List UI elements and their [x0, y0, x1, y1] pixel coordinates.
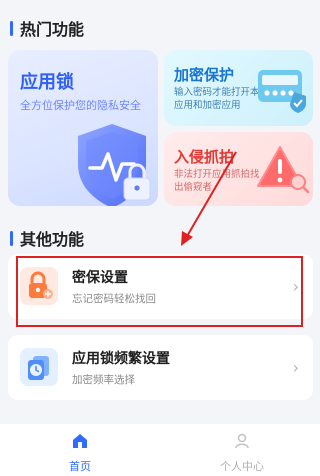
encrypt-protection-title: 加密保护: [174, 66, 235, 84]
app-lock-title: 应用锁: [20, 72, 74, 93]
app-lock-card[interactable]: 应用锁 全方位保护您的隐私安全 ›: [8, 50, 158, 206]
security-settings-item[interactable]: 密保设置 忘记密码轻松找回 ›: [8, 254, 313, 319]
section-title-hot-label: 热门功能: [20, 20, 85, 39]
warning-triangle-icon: [257, 146, 310, 194]
intrusion-capture-title: 入侵抓拍: [174, 148, 235, 166]
home-icon: [73, 434, 87, 448]
chevron-right-icon: ›: [292, 358, 299, 377]
tab-profile[interactable]: 个人中心: [202, 432, 282, 474]
app-lock-desc: 全方位保护您的隐私安全: [20, 99, 141, 112]
lock-frequency-item[interactable]: 应用锁频繁设置 加密频率选择 ›: [8, 335, 313, 400]
bottom-tab-bar: 首页 个人中心: [0, 424, 320, 476]
tab-profile-label: 个人中心: [220, 460, 264, 473]
password-screen-icon: [258, 70, 306, 113]
lock-frequency-subtitle: 加密频率选择: [72, 374, 135, 386]
section-title-other-label: 其他功能: [20, 230, 85, 249]
encrypt-protection-card[interactable]: 加密保护 输入密码才能打开本应用和加密应用: [164, 50, 313, 126]
section-bar: [10, 230, 13, 246]
security-lock-icon: [20, 267, 58, 305]
section-bar: [10, 20, 13, 36]
security-settings-subtitle: 忘记密码轻松找回: [72, 293, 156, 305]
person-icon: [235, 433, 249, 449]
tab-home-label: 首页: [69, 460, 91, 473]
lock-frequency-title: 应用锁频繁设置: [72, 351, 170, 367]
shield-lock-icon: [78, 124, 151, 206]
intrusion-capture-card[interactable]: 入侵抓拍 非法打开应用抓拍找出偷窥者: [164, 132, 313, 206]
encrypt-protection-desc: 输入密码才能打开本应用和加密应用: [174, 87, 260, 111]
tab-home[interactable]: 首页: [40, 432, 120, 474]
section-title-hot: 热门功能: [10, 16, 84, 40]
chevron-right-icon: ›: [292, 277, 299, 296]
section-title-other: 其他功能: [10, 226, 84, 250]
intrusion-capture-desc: 非法打开应用抓拍找出偷窥者: [174, 169, 260, 193]
security-settings-title: 密保设置: [72, 270, 128, 286]
clock-icon: [20, 348, 58, 386]
